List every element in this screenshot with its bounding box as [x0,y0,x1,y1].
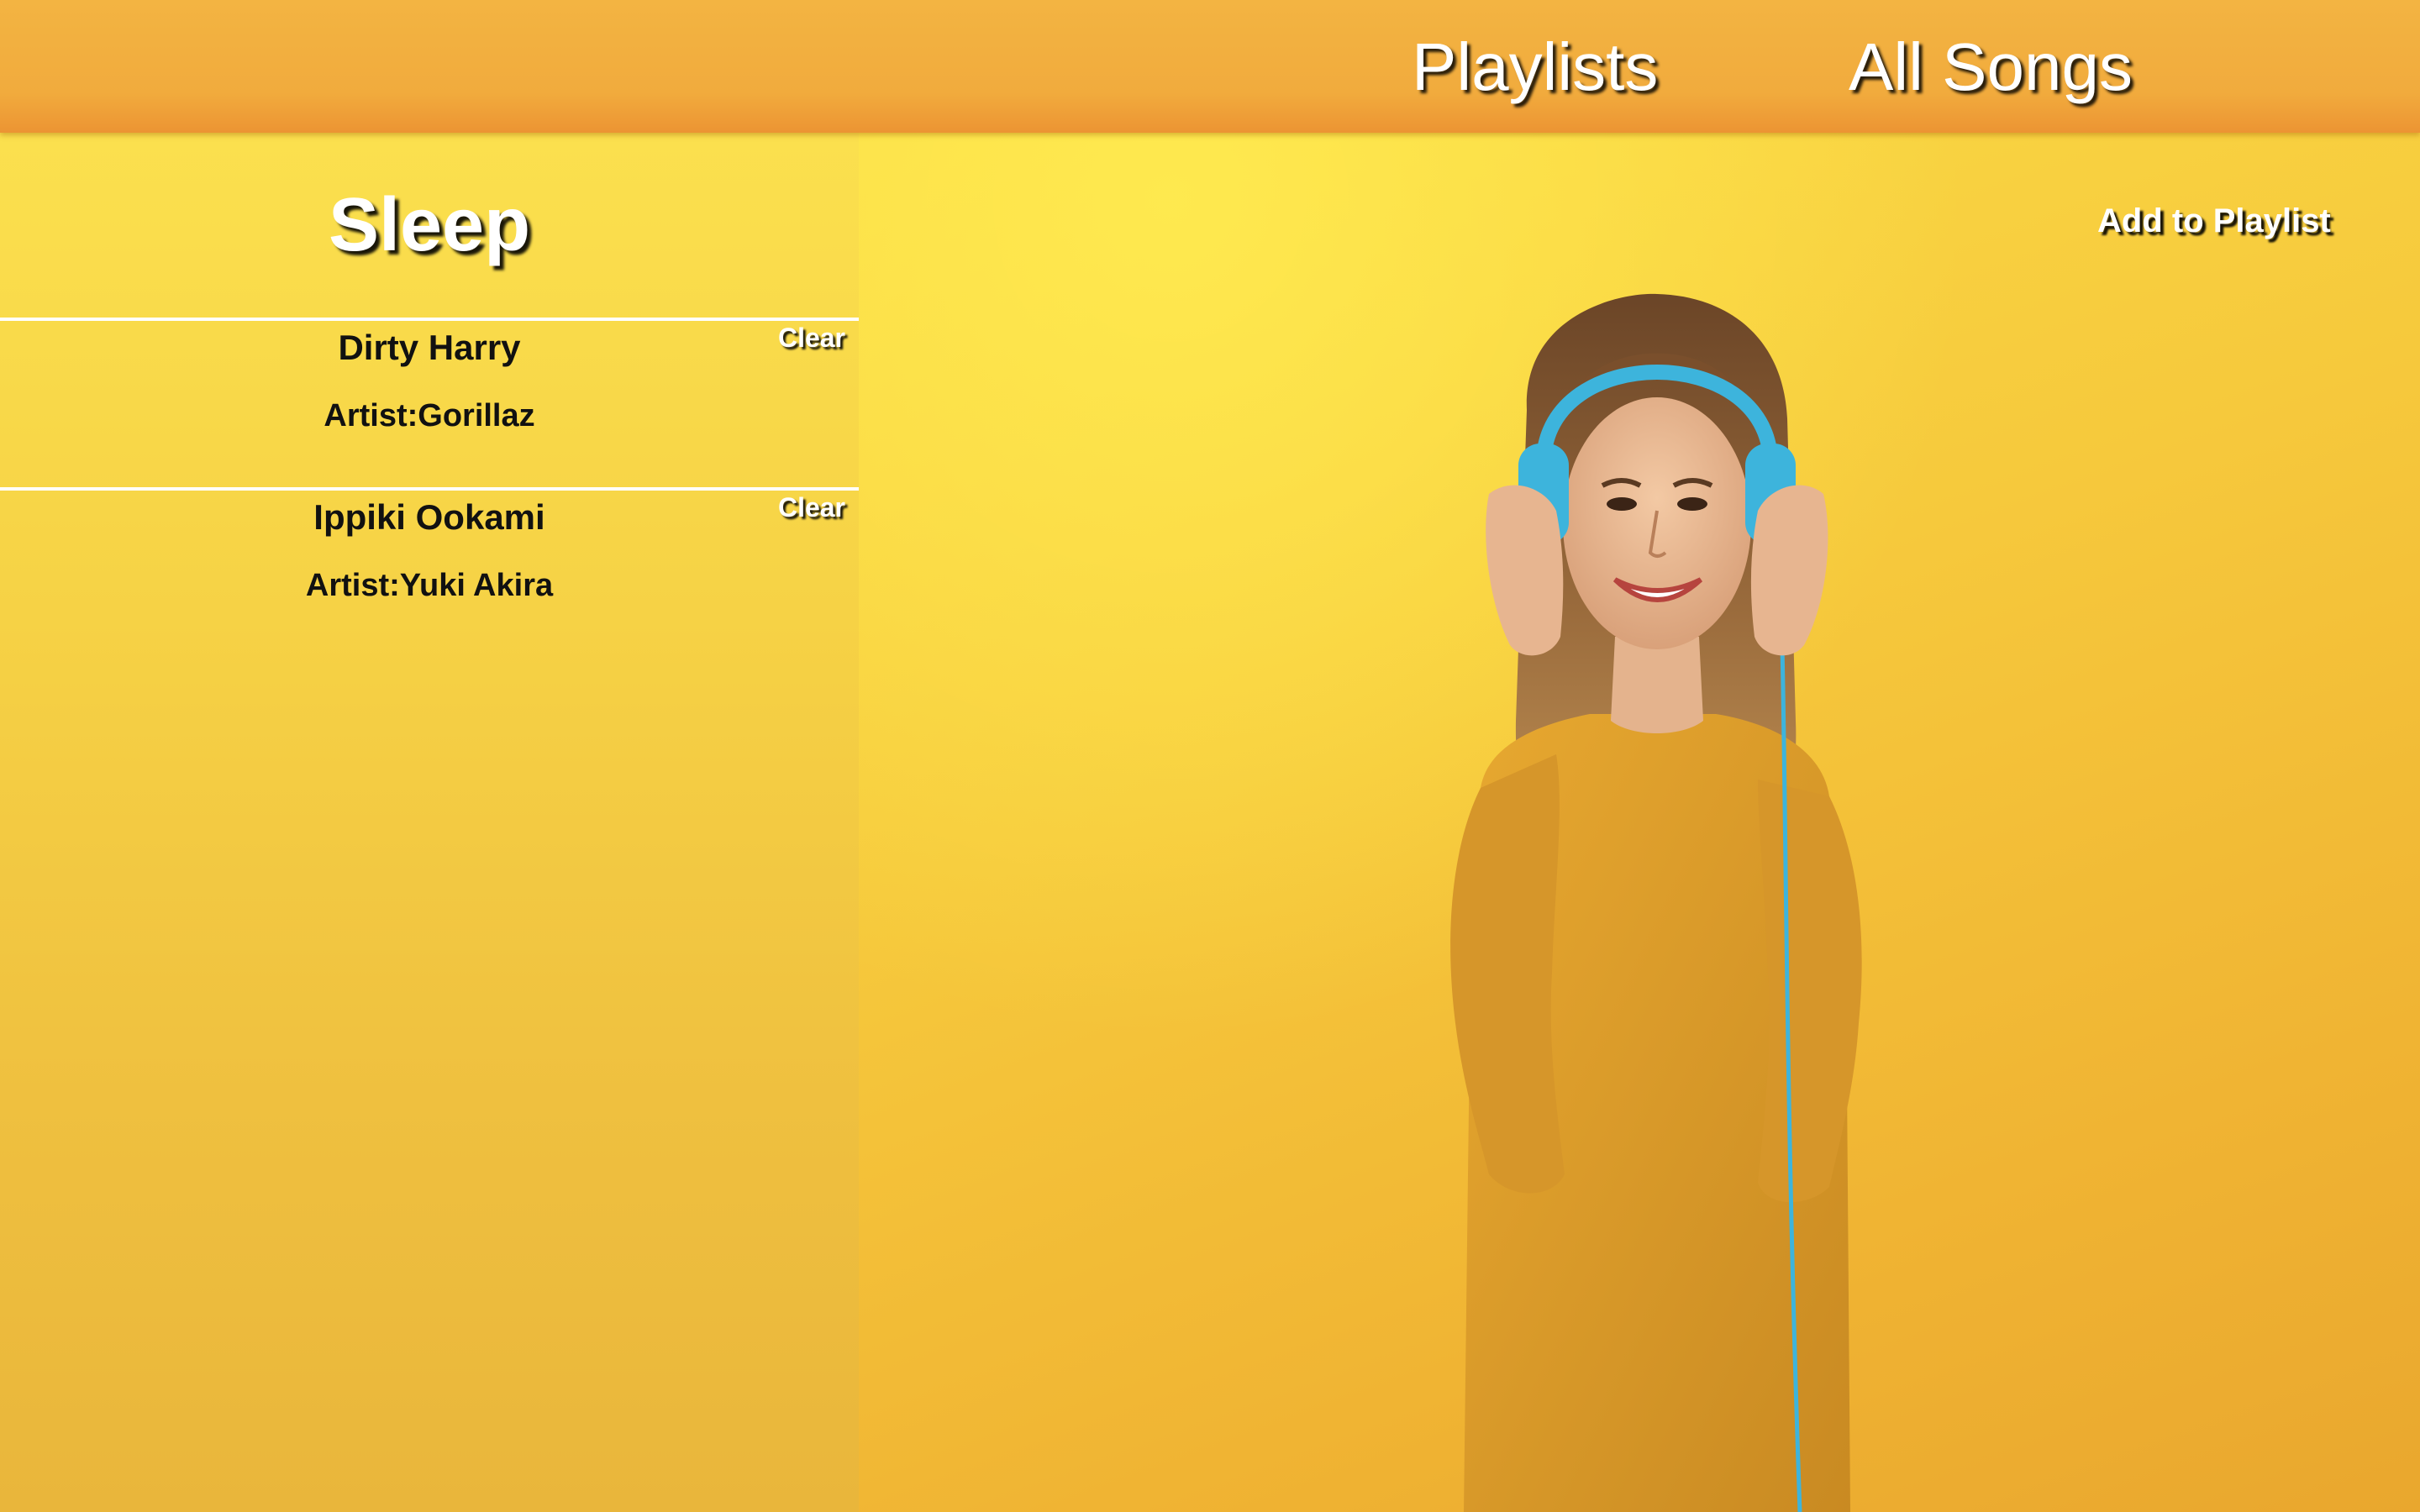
song-item: Dirty Harry Artist:Gorillaz Clear [0,318,859,489]
face-shape [1563,397,1751,649]
woman-with-headphones-image [1450,293,1862,1512]
top-nav-bar: Playlists All Songs [0,0,2420,133]
song-item: Ippiki Ookami Artist:Yuki Akira Clear [0,487,859,659]
nav-playlists-link[interactable]: Playlists [1412,29,1658,106]
playlist-title: Sleep [328,183,531,267]
left-arm-shape [1450,754,1565,1194]
add-to-playlist-button[interactable]: Add to Playlist [2097,200,2331,242]
right-hand-shape [1750,485,1828,656]
song-artist: Artist:Gorillaz [324,398,535,433]
song-artist: Artist:Yuki Akira [305,568,554,603]
playlist-panel: Sleep Dirty Harry Artist:Gorillaz Clear … [0,133,859,1512]
clear-song-button[interactable]: Clear [778,491,845,524]
nav-all-songs-link[interactable]: All Songs [1849,29,2133,106]
hero-image-area: Add to Playlist [859,133,2420,1512]
clear-song-button[interactable]: Clear [778,321,845,354]
song-name: Dirty Harry [338,328,521,367]
song-name: Ippiki Ookami [313,497,545,537]
neck-shape [1611,637,1703,733]
left-hand-shape [1486,485,1564,656]
